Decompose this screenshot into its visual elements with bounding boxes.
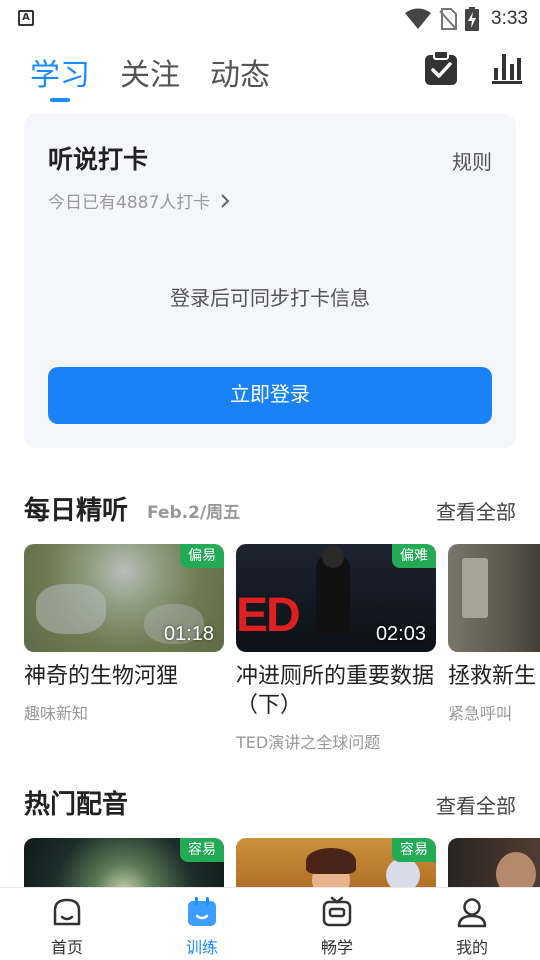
difficulty-badge: 偏易 [180,544,224,568]
chevron-right-icon [221,193,230,208]
nav-label: 我的 [455,938,488,957]
daily-listening-date: Feb.2/周五 [147,503,241,523]
notification-icon: A [18,10,34,26]
clipboard-check-icon[interactable] [424,50,458,86]
video-title: 神奇的生物河狸 [24,664,179,689]
video-category: TED演讲之全球问题 [236,733,381,752]
nav-label: 畅学 [320,938,353,957]
nav-label: 首页 [50,938,83,957]
video-category: 紧急呼叫 [448,704,513,723]
video-category: 趣味新知 [24,704,89,723]
dubbing-see-all-link[interactable]: 查看全部 [436,790,516,819]
daily-listening-title: 每日精听 [24,496,129,526]
status-icons: 3:33 [405,6,528,32]
hot-dubbing-title: 热门配音 [24,790,129,820]
video-card-rescue[interactable]: 拯救新生 紧急呼叫 [448,544,540,744]
top-tabs: 学习 关注 动态 [0,44,540,104]
tab-activity[interactable]: 动态 [210,50,270,94]
video-thumbnail [448,544,540,652]
no-sim-icon [439,8,458,30]
status-bar: A 3:33 [0,0,540,38]
checkin-count-text: 今日已有4887人打卡 [48,193,211,213]
difficulty-badge: 偏难 [392,544,436,568]
status-time: 3:33 [491,8,528,29]
nav-label: 训练 [185,938,218,957]
nav-learn[interactable]: 畅学 [297,896,377,958]
dubbing-thumbnail [448,838,540,887]
video-thumbnail: 偏易 01:18 [24,544,224,652]
nav-home[interactable]: 首页 [27,896,107,958]
tv-icon [322,896,352,927]
video-title: 冲进厕所的重要数据（下） [236,664,435,718]
checkin-count-link[interactable]: 今日已有4887人打卡 [48,188,230,213]
login-button[interactable]: 立即登录 [48,367,492,424]
training-icon [188,897,216,926]
dubbing-card[interactable] [448,838,540,887]
video-title: 拯救新生 [448,664,537,689]
difficulty-badge: 容易 [392,838,436,862]
tab-indicator [50,98,70,102]
difficulty-badge: 容易 [180,838,224,862]
video-thumbnail: ED 偏难 02:03 [236,544,436,652]
stats-bars-icon[interactable] [492,50,522,84]
checkin-card: 听说打卡 规则 今日已有4887人打卡 登录后可同步打卡信息 立即登录 [24,114,516,448]
video-duration: 01:18 [163,623,214,645]
tab-study[interactable]: 学习 [30,50,90,94]
nav-profile[interactable]: 我的 [432,896,512,958]
video-duration: 02:03 [375,623,426,645]
wifi-icon [405,8,432,29]
home-icon [53,898,81,926]
rules-link[interactable]: 规则 [452,146,492,175]
bottom-nav: 首页 训练 畅学 我的 [0,887,540,960]
battery-charging-icon [465,7,480,31]
login-hint: 登录后可同步打卡信息 [170,286,370,310]
checkin-title: 听说打卡 [48,145,149,174]
ted-logo: ED [236,589,301,642]
profile-icon [457,898,487,928]
daily-see-all-link[interactable]: 查看全部 [436,496,516,525]
nav-training[interactable]: 训练 [162,896,242,958]
tab-follow[interactable]: 关注 [120,50,180,94]
